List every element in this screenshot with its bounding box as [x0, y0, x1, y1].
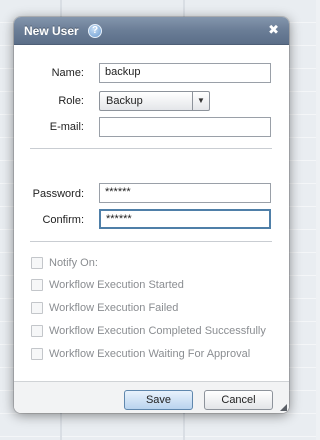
password-field[interactable]: ****** [99, 183, 271, 203]
help-icon[interactable]: ? [88, 24, 102, 38]
dialog-title: New User [24, 24, 79, 38]
name-label: Name: [51, 67, 84, 79]
workflow-started-checkbox[interactable] [31, 279, 43, 291]
separator [30, 148, 272, 149]
close-icon[interactable]: ✖ [268, 22, 279, 38]
confirm-password-field[interactable]: ****** [99, 209, 271, 229]
workflow-waiting-checkbox[interactable] [31, 348, 43, 360]
workflow-started-label: Workflow Execution Started [49, 279, 184, 291]
cancel-button[interactable]: Cancel [204, 390, 273, 410]
email-label: E-mail: [49, 121, 84, 133]
password-value: ****** [105, 186, 131, 198]
dialog-titlebar[interactable]: New User ? ✖ [14, 17, 289, 45]
workflow-completed-checkbox[interactable] [31, 325, 43, 337]
role-value: Backup [106, 95, 143, 107]
chevron-down-icon[interactable]: ▼ [192, 92, 209, 110]
workflow-waiting-label: Workflow Execution Waiting For Approval [49, 348, 251, 360]
workflow-failed-label: Workflow Execution Failed [49, 302, 179, 314]
workflow-completed-label: Workflow Execution Completed Successfull… [49, 325, 266, 337]
notify-on-checkbox[interactable] [31, 257, 43, 269]
notify-on-label: Notify On: [49, 257, 98, 269]
role-label: Role: [58, 95, 84, 107]
dialog-footer: Save Cancel [14, 381, 289, 413]
name-value: backup [105, 66, 141, 78]
password-label: Password: [32, 188, 84, 200]
new-user-dialog: New User ? ✖ Name: backup Role: Backup ▼… [14, 17, 289, 413]
email-field[interactable] [99, 117, 271, 137]
confirm-value: ****** [106, 213, 132, 225]
confirm-label: Confirm: [42, 214, 84, 226]
workflow-failed-checkbox[interactable] [31, 302, 43, 314]
separator [30, 241, 272, 242]
resize-grip-icon[interactable] [280, 404, 287, 411]
save-button[interactable]: Save [124, 390, 193, 410]
role-select[interactable]: Backup ▼ [99, 91, 210, 111]
name-field[interactable]: backup [99, 63, 271, 83]
